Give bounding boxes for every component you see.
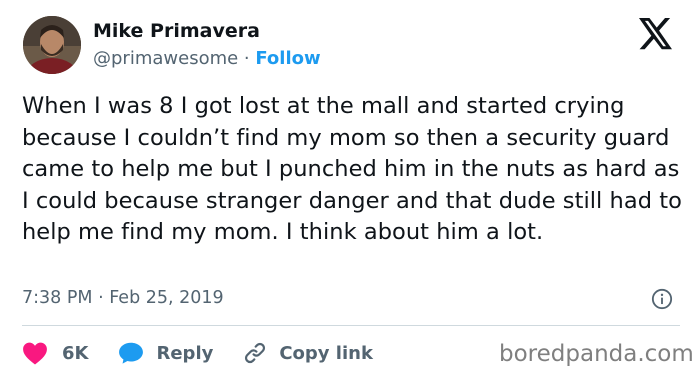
reply-button[interactable]: Reply xyxy=(118,341,213,365)
x-logo-icon[interactable] xyxy=(638,18,674,50)
tweet-card: Mike Primavera @primawesome · Follow Whe… xyxy=(0,0,700,379)
handle-separator: · xyxy=(238,48,256,69)
action-bar: 6K Reply Copy link xyxy=(22,338,373,368)
follow-button[interactable]: Follow xyxy=(255,48,320,69)
author-handle[interactable]: @primawesome xyxy=(93,48,238,69)
speech-bubble-icon xyxy=(119,342,144,364)
link-icon xyxy=(245,342,266,364)
copy-link-button[interactable]: Copy link xyxy=(243,341,373,365)
watermark: boredpanda.com xyxy=(499,341,694,367)
reply-label: Reply xyxy=(156,342,214,364)
info-icon[interactable] xyxy=(651,288,673,310)
avatar[interactable] xyxy=(23,16,81,74)
heart-icon xyxy=(23,342,47,365)
tweet-timestamp[interactable]: 7:38 PM · Feb 25, 2019 xyxy=(22,286,224,310)
divider xyxy=(22,325,680,326)
copy-link-label: Copy link xyxy=(279,342,373,364)
like-button[interactable]: 6K xyxy=(22,341,88,365)
author-handle-line: @primawesome · Follow xyxy=(93,47,321,71)
author-name[interactable]: Mike Primavera xyxy=(93,19,260,43)
like-count: 6K xyxy=(62,342,89,364)
tweet-text: When I was 8 I got lost at the mall and … xyxy=(22,93,682,246)
